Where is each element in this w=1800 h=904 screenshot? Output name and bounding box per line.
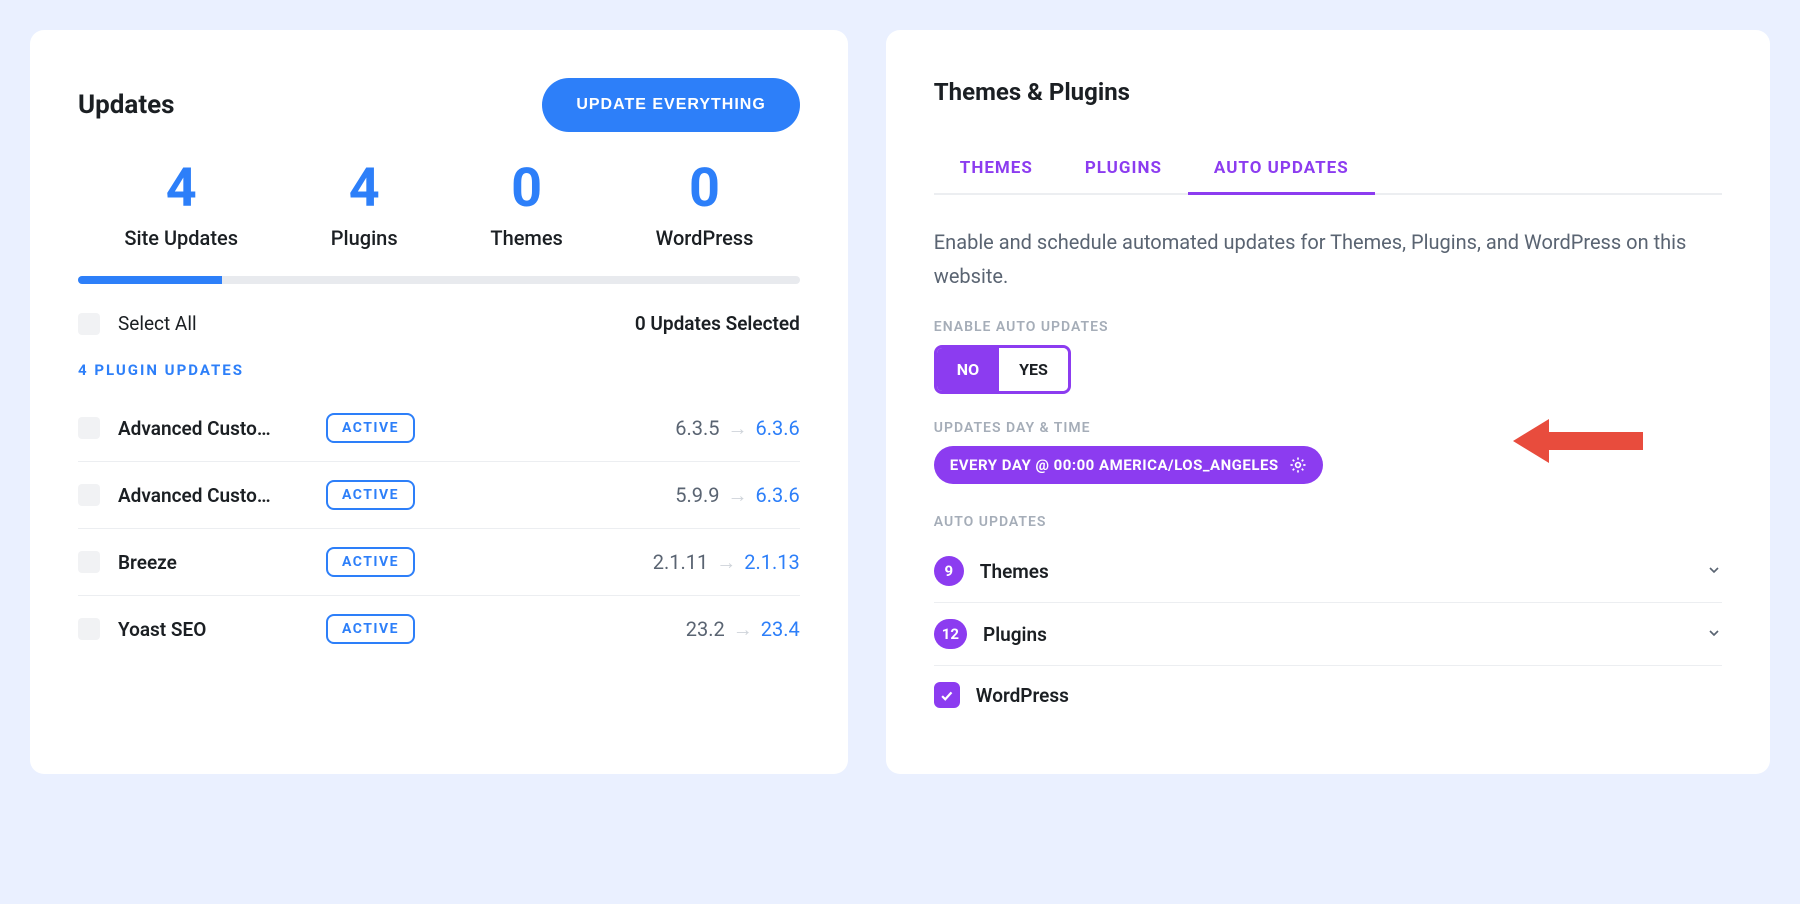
plugin-checkbox[interactable] <box>78 618 100 640</box>
select-row: Select All 0 Updates Selected <box>78 312 800 335</box>
themes-plugins-title: Themes & Plugins <box>934 78 1722 106</box>
stat-label: Themes <box>490 226 562 250</box>
version-new: 6.3.6 <box>756 416 800 440</box>
plugin-name: Advanced Custo… <box>118 484 308 507</box>
version-old: 5.9.9 <box>675 483 719 507</box>
version-new: 2.1.13 <box>744 550 800 574</box>
active-badge: ACTIVE <box>326 547 415 577</box>
version-block: 5.9.9 → 6.3.6 <box>675 483 800 508</box>
version-block: 2.1.11 → 2.1.13 <box>653 550 800 575</box>
stat-value: 4 <box>331 162 398 216</box>
plugin-row: Yoast SEO ACTIVE 23.2 → 23.4 <box>78 596 800 662</box>
tabs: THEMES PLUGINS AUTO UPDATES <box>934 146 1722 195</box>
tab-themes[interactable]: THEMES <box>934 146 1059 195</box>
arrow-right-icon: → <box>733 617 753 642</box>
version-block: 6.3.5 → 6.3.6 <box>675 416 800 441</box>
active-badge: ACTIVE <box>326 480 415 510</box>
count-badge: 12 <box>934 619 967 649</box>
active-badge: ACTIVE <box>326 614 415 644</box>
version-block: 23.2 → 23.4 <box>686 617 800 642</box>
updates-progress-fill <box>78 276 222 284</box>
arrow-right-icon: → <box>728 483 748 508</box>
tab-auto-updates[interactable]: AUTO UPDATES <box>1188 146 1375 195</box>
stat-value: 0 <box>490 162 562 216</box>
schedule-text: EVERY DAY @ 00:00 AMERICA/LOS_ANGELES <box>950 456 1279 474</box>
updates-header: Updates UPDATE EVERYTHING <box>78 78 800 132</box>
update-everything-button[interactable]: UPDATE EVERYTHING <box>542 78 799 132</box>
auto-updates-section-label: AUTO UPDATES <box>934 514 1722 530</box>
select-all-checkbox[interactable] <box>78 313 100 335</box>
version-old: 6.3.5 <box>675 416 719 440</box>
checkbox-checked-icon[interactable] <box>934 682 960 708</box>
updates-title: Updates <box>78 90 175 120</box>
updates-card: Updates UPDATE EVERYTHING 4 Site Updates… <box>30 30 848 774</box>
updates-stats: 4 Site Updates 4 Plugins 0 Themes 0 Word… <box>78 162 800 250</box>
gear-icon <box>1289 456 1307 474</box>
stat-value: 0 <box>656 162 754 216</box>
stat-site-updates[interactable]: 4 Site Updates <box>124 162 238 250</box>
auto-row-themes[interactable]: 9 Themes <box>934 540 1722 603</box>
schedule-label: UPDATES DAY & TIME <box>934 420 1722 436</box>
auto-row-label: WordPress <box>976 684 1069 707</box>
auto-row-label: Themes <box>980 560 1049 583</box>
version-old: 23.2 <box>686 617 725 641</box>
plugin-row: Advanced Custo… ACTIVE 6.3.5 → 6.3.6 <box>78 395 800 462</box>
toggle-no[interactable]: NO <box>937 348 999 391</box>
chevron-down-icon <box>1706 623 1722 646</box>
select-all-label: Select All <box>118 312 197 335</box>
tab-plugins[interactable]: PLUGINS <box>1059 146 1188 195</box>
themes-plugins-card: Themes & Plugins THEMES PLUGINS AUTO UPD… <box>886 30 1770 774</box>
stat-plugins[interactable]: 4 Plugins <box>331 162 398 250</box>
plugin-name: Breeze <box>118 551 308 574</box>
count-badge: 9 <box>934 556 964 586</box>
plugin-name: Yoast SEO <box>118 618 308 641</box>
stat-label: Plugins <box>331 226 398 250</box>
auto-row-label: Plugins <box>983 623 1047 646</box>
plugin-updates-heading: 4 PLUGIN UPDATES <box>78 361 800 379</box>
version-new: 6.3.6 <box>756 483 800 507</box>
plugin-checkbox[interactable] <box>78 551 100 573</box>
enable-auto-updates-label: ENABLE AUTO UPDATES <box>934 319 1722 335</box>
version-new: 23.4 <box>761 617 800 641</box>
schedule-pill[interactable]: EVERY DAY @ 00:00 AMERICA/LOS_ANGELES <box>934 446 1323 484</box>
auto-row-wordpress[interactable]: WordPress <box>934 666 1722 724</box>
auto-updates-list: 9 Themes 12 Plugins WordPress <box>934 540 1722 724</box>
active-badge: ACTIVE <box>326 413 415 443</box>
plugin-checkbox[interactable] <box>78 417 100 439</box>
toggle-yes[interactable]: YES <box>999 348 1068 391</box>
version-old: 2.1.11 <box>653 550 709 574</box>
stat-label: Site Updates <box>124 226 238 250</box>
plugin-name: Advanced Custo… <box>118 417 308 440</box>
plugin-row: Advanced Custo… ACTIVE 5.9.9 → 6.3.6 <box>78 462 800 529</box>
auto-updates-description: Enable and schedule automated updates fo… <box>934 225 1722 293</box>
stat-wordpress[interactable]: 0 WordPress <box>656 162 754 250</box>
plugin-checkbox[interactable] <box>78 484 100 506</box>
arrow-right-icon: → <box>716 550 736 575</box>
auto-row-plugins[interactable]: 12 Plugins <box>934 603 1722 666</box>
updates-selected-count: 0 Updates Selected <box>635 312 800 335</box>
plugin-update-list: Advanced Custo… ACTIVE 6.3.5 → 6.3.6 Adv… <box>78 395 800 662</box>
stat-value: 4 <box>124 162 238 216</box>
stat-themes[interactable]: 0 Themes <box>490 162 562 250</box>
arrow-right-icon: → <box>728 416 748 441</box>
enable-auto-updates-toggle[interactable]: NO YES <box>934 345 1071 394</box>
chevron-down-icon <box>1706 560 1722 583</box>
plugin-row: Breeze ACTIVE 2.1.11 → 2.1.13 <box>78 529 800 596</box>
stat-label: WordPress <box>656 226 754 250</box>
updates-progress <box>78 276 800 284</box>
